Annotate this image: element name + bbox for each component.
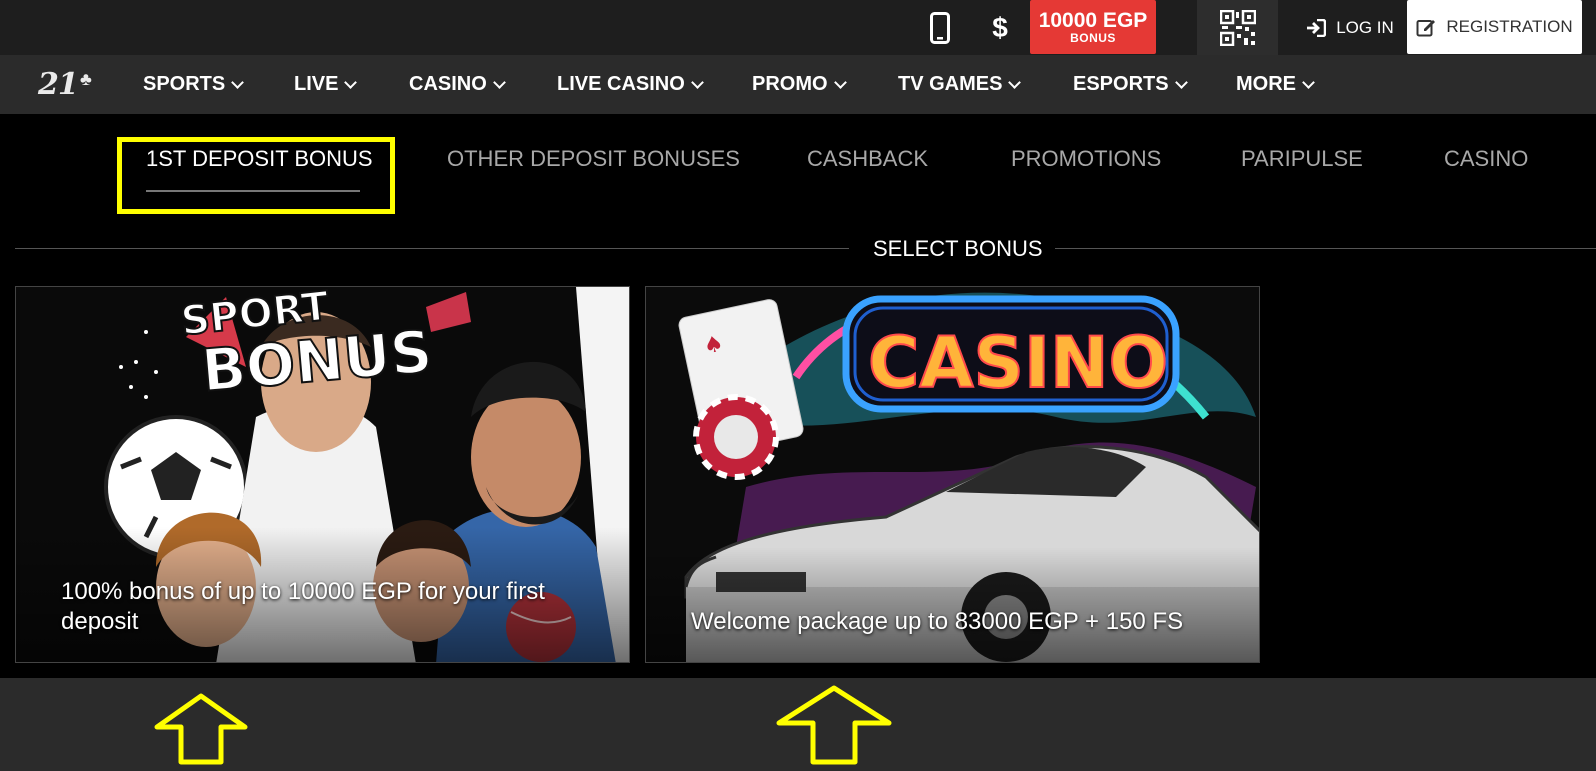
tab-casino[interactable]: CASINO	[1444, 146, 1528, 172]
chevron-down-icon	[344, 75, 358, 89]
nav-item-casino[interactable]: CASINO	[409, 55, 506, 114]
site-logo[interactable]: 21	[38, 67, 79, 102]
bonus-card-caption: 100% bonus of up to 10000 EGP for your f…	[61, 578, 545, 635]
currency-button[interactable]: $	[985, 0, 1015, 55]
nav-item-tv-games[interactable]: TV GAMES	[898, 55, 1022, 114]
bonus-amount: 10000 EGP	[1038, 8, 1148, 32]
chevron-down-icon	[833, 75, 847, 89]
tab-paripulse[interactable]: PARIPULSE	[1241, 146, 1363, 172]
arrow-up-annotation-icon	[154, 693, 248, 765]
logo-suit-icon: ♣	[80, 69, 92, 89]
chevron-down-icon	[1008, 75, 1022, 89]
tab-other-deposit-bonuses[interactable]: OTHER DEPOSIT BONUSES	[447, 146, 740, 172]
login-icon	[1307, 18, 1327, 37]
registration-label: REGISTRATION	[1446, 17, 1573, 36]
chevron-down-icon	[1174, 75, 1188, 89]
bonus-card-sport[interactable]: SPORT BONUS 100% bonus of up to 10000 EG…	[15, 286, 630, 663]
login-button[interactable]: LOG IN	[1295, 0, 1405, 55]
nav-item-label: TV GAMES	[898, 73, 1003, 95]
nav-item-label: LIVE CASINO	[557, 73, 685, 95]
nav-item-label: ESPORTS	[1073, 73, 1169, 95]
chevron-down-icon	[492, 75, 506, 89]
nav-item-label: PROMO	[752, 73, 828, 95]
main-nav: 21 ♣ SPORTS LIVE CASINO LIVE CASINO PROM…	[0, 55, 1596, 114]
qr-code-button[interactable]	[1197, 0, 1278, 55]
tab-cashback[interactable]: CASHBACK	[807, 146, 928, 172]
nav-item-esports[interactable]: ESPORTS	[1073, 55, 1188, 114]
chevron-down-icon	[231, 75, 245, 89]
bonus-card-casino[interactable]: ♠ CASINO Welcome package up to 83000 EGP…	[645, 286, 1260, 663]
nav-item-sports[interactable]: SPORTS	[143, 55, 245, 114]
chevron-down-icon	[1302, 75, 1315, 89]
select-bonus-title: SELECT BONUS	[873, 236, 1043, 261]
top-bar: $ 10000 EGP BONUS LOG IN REGISTRATION	[0, 0, 1596, 55]
bonus-card-caption: Welcome package up to 83000 EGP + 150 FS	[691, 608, 1184, 635]
bonus-button[interactable]: 10000 EGP BONUS	[1030, 0, 1156, 54]
nav-item-label: SPORTS	[143, 73, 226, 95]
qr-code-icon	[1219, 9, 1256, 46]
arrow-up-annotation-icon	[776, 685, 892, 765]
mobile-phone-icon	[930, 11, 950, 44]
mobile-app-button[interactable]	[920, 0, 960, 55]
bonus-label: BONUS	[1070, 30, 1116, 45]
divider-right	[1055, 248, 1596, 249]
active-tab-underline	[146, 190, 360, 192]
nav-item-live[interactable]: LIVE	[294, 55, 358, 114]
chevron-down-icon	[690, 75, 704, 89]
nav-item-label: CASINO	[409, 73, 487, 95]
registration-button[interactable]: REGISTRATION	[1407, 0, 1582, 54]
casino-neon-lettering: CASINO	[868, 322, 1168, 404]
nav-item-label: MORE	[1236, 73, 1296, 95]
login-label: LOG IN	[1336, 17, 1394, 37]
nav-item-promo[interactable]: PROMO	[752, 55, 847, 114]
nav-item-live-casino[interactable]: LIVE CASINO	[557, 55, 704, 114]
nav-item-label: LIVE	[294, 73, 339, 95]
tab-promotions[interactable]: PROMOTIONS	[1011, 146, 1161, 172]
divider-left	[15, 248, 849, 249]
nav-item-more[interactable]: MORE	[1236, 55, 1315, 114]
tab-1st-deposit-bonus[interactable]: 1ST DEPOSIT BONUS	[146, 146, 373, 172]
dollar-icon: $	[992, 11, 1008, 43]
edit-icon	[1416, 20, 1436, 37]
